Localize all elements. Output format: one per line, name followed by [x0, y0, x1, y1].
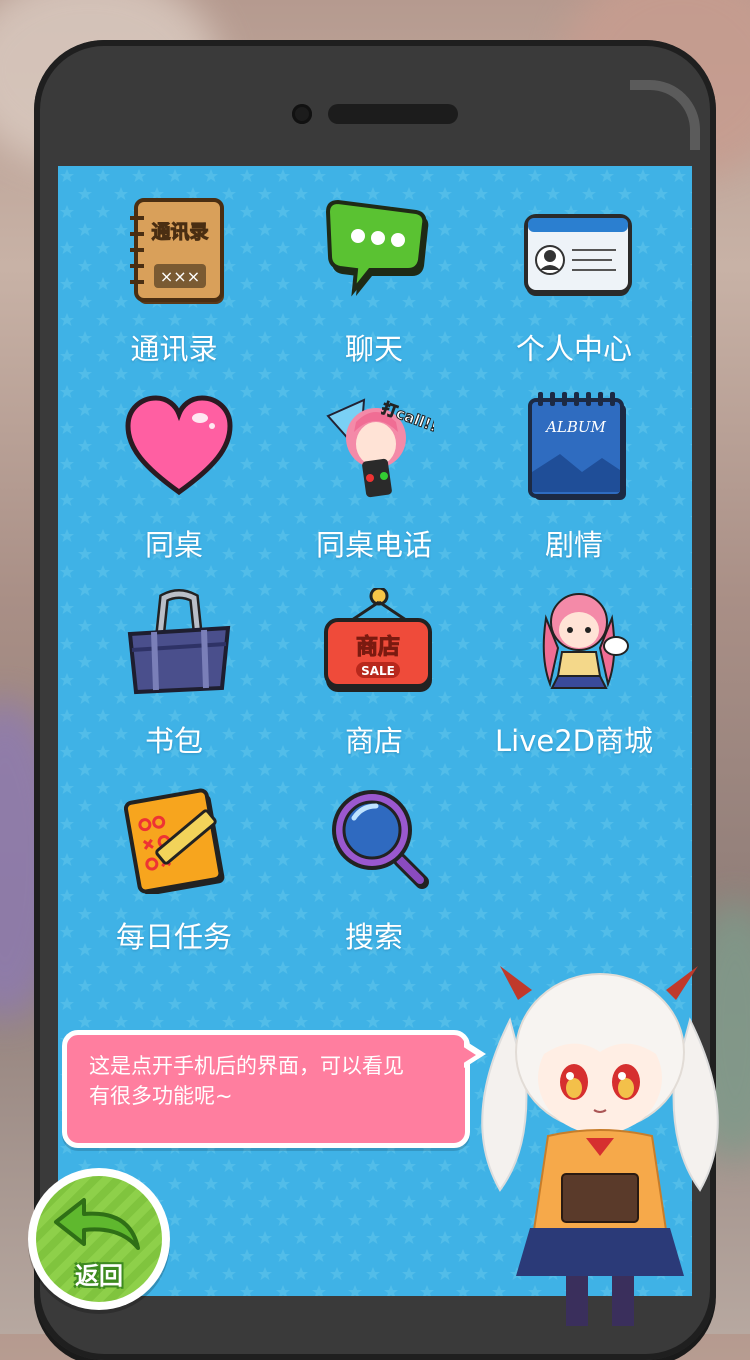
app-deskmate[interactable]: 同桌: [74, 382, 274, 562]
daily-task-checklist-icon: [124, 788, 225, 894]
app-shop[interactable]: 商店 SALE 商店: [274, 578, 474, 758]
live2d-girl-icon: [542, 593, 629, 689]
app-daily-task[interactable]: 每日任务: [74, 774, 274, 954]
student-id-card-icon: [524, 214, 632, 296]
shop-icon-text: 商店: [356, 634, 400, 660]
school-bag-icon: [127, 589, 231, 695]
shop-sign-icon: 商店 SALE: [324, 588, 432, 692]
address-book-icon-subtext: ×××: [160, 267, 200, 286]
back-button[interactable]: 返回: [28, 1168, 170, 1310]
magnifier-icon: [332, 790, 429, 889]
dialog-text-line-1: 这是点开手机后的界面，可以看见: [89, 1054, 404, 1078]
mascot-character: [481, 966, 719, 1326]
chat-bubble-icon: [325, 199, 429, 297]
dialog-text: 这是点开手机后的界面，可以看见 有很多功能呢~: [89, 1051, 459, 1111]
app-label: 剧情: [544, 528, 603, 562]
shop-icon-subtext: SALE: [361, 664, 395, 678]
phone-speaker: [328, 104, 458, 124]
app-address-book[interactable]: 通讯录 ××× 通讯录: [74, 186, 274, 366]
back-arrow-icon: [54, 1198, 140, 1250]
address-book-icon-text: 通讯录: [151, 221, 208, 243]
dialog-text-line-2: 有很多功能呢~: [89, 1084, 233, 1108]
app-label: Live2D商城: [495, 724, 653, 758]
app-live2d-store[interactable]: Live2D商城: [474, 578, 674, 758]
app-story[interactable]: ALBUM 剧情: [474, 382, 674, 562]
front-camera: [292, 104, 312, 124]
girl-phone-call-icon: 打call!!: [326, 398, 434, 498]
back-button-label: 返回: [75, 1262, 123, 1290]
app-label: 搜索: [344, 920, 403, 954]
album-icon: ALBUM: [528, 392, 626, 500]
app-chat[interactable]: 聊天: [274, 186, 474, 366]
app-profile[interactable]: 个人中心: [474, 186, 674, 366]
album-icon-text: ALBUM: [544, 418, 606, 436]
dialog-bubble: 这是点开手机后的界面，可以看见 有很多功能呢~: [62, 1030, 470, 1148]
app-school-bag[interactable]: 书包: [74, 578, 274, 758]
heart-icon: [125, 395, 233, 496]
app-search[interactable]: 搜索: [274, 774, 474, 954]
app-label: 个人中心: [515, 332, 632, 366]
address-book-icon: 通讯录 ×××: [130, 198, 224, 304]
app-deskmate-call[interactable]: 打call!! 同桌电话: [274, 382, 474, 562]
